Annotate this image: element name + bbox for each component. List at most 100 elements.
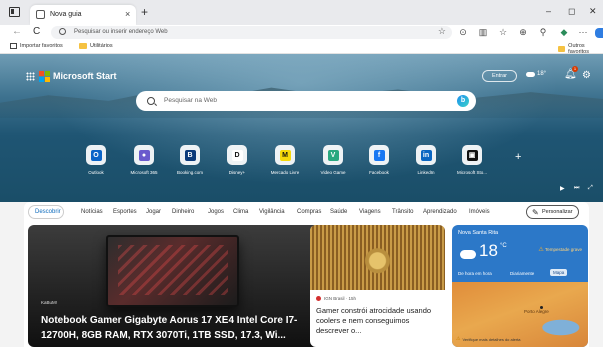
tab-travel[interactable]: Viagens xyxy=(359,209,381,215)
search-icon xyxy=(59,28,66,35)
weather-location[interactable]: Nova Santa Rita xyxy=(458,230,498,236)
map-city-label: Porto Alegre xyxy=(524,309,549,314)
tab-discover[interactable]: Descobrir xyxy=(35,209,61,215)
quick-link-2[interactable]: B Booking.com xyxy=(170,145,210,175)
weather-alert[interactable]: ⚠ Tempestade grave xyxy=(534,247,582,253)
tab-money[interactable]: Dinheiro xyxy=(172,209,194,215)
hero-background: Microsoft Start Entrar 18° 🔔︎ 1 ⚙ Pesqui… xyxy=(0,54,603,202)
back-icon[interactable]: ← xyxy=(12,26,22,37)
tab-strip: Nova guia × + – ◻ ✕ xyxy=(0,0,603,25)
tab-shopping[interactable]: Compras xyxy=(297,209,321,215)
next-image-icon[interactable]: ⏭︎ xyxy=(574,185,579,192)
warning-icon: ⚠ xyxy=(456,336,461,342)
import-favorites-link[interactable]: Importar favoritos xyxy=(10,43,63,49)
site-logo-icon: D xyxy=(231,149,243,161)
weather-summary[interactable]: 18° xyxy=(526,71,546,77)
tab-map[interactable]: Mapa xyxy=(550,269,568,276)
brand-title[interactable]: Microsoft Start xyxy=(53,71,117,81)
quick-link-7[interactable]: in LinkedIn xyxy=(406,145,446,175)
weather-temperature: 18° xyxy=(537,71,547,77)
quick-link-1[interactable]: ● Microsoft 365 xyxy=(124,145,164,175)
news-card-second[interactable]: IGN Brasil · 15h Gamer constrói atrocida… xyxy=(310,225,445,347)
refresh-icon[interactable]: C xyxy=(33,26,40,37)
map-footer[interactable]: ⚠ Verifique mais detalhes do alerta xyxy=(456,336,521,342)
tab-hourly[interactable]: De hora em hora xyxy=(458,271,492,276)
card-headline[interactable]: Notebook Gamer Gigabyte Aorus 17 XE4 Int… xyxy=(41,313,321,343)
play-icon[interactable]: ▶ xyxy=(560,185,565,192)
laptop-image xyxy=(106,235,239,307)
weather-card[interactable]: Nova Santa Rita 18 °C ⚠ Tempestade grave… xyxy=(452,225,588,347)
site-logo-icon: f xyxy=(373,149,385,161)
quick-link-3[interactable]: D Disney+ xyxy=(217,145,257,175)
favorites-bar: Importar favoritos Utilitários Outros fa… xyxy=(0,41,603,55)
tab-sports[interactable]: Esportes xyxy=(113,209,137,215)
tab-news[interactable]: Notícias xyxy=(81,209,103,215)
personalize-button[interactable]: ✎ Personalizar xyxy=(526,205,579,219)
reader-icon[interactable]: ⊙ xyxy=(458,27,468,37)
favorites-icon[interactable]: ☆ xyxy=(498,27,508,37)
browser-toolbar: ← C Pesquisar ou inserir endereço Web ☆ … xyxy=(0,25,603,41)
tab-health[interactable]: Saúde xyxy=(330,209,347,215)
tab-traffic[interactable]: Trânsito xyxy=(392,209,413,215)
map-footer-label: Verifique mais detalhes do alerta xyxy=(462,336,521,342)
split-screen-icon[interactable]: ▥ xyxy=(478,27,488,37)
weather-tabs: De hora em hora Diariamente Mapa xyxy=(456,269,586,279)
card-source: KaBuM! xyxy=(41,300,58,305)
extensions-icon[interactable]: ⚲ xyxy=(538,27,548,37)
minimize-button[interactable]: – xyxy=(546,6,551,16)
quick-link-6[interactable]: f Facebook xyxy=(359,145,399,175)
quick-link-tile: V xyxy=(323,145,343,165)
pencil-icon: ✎ xyxy=(532,208,539,217)
tab-weather[interactable]: Clima xyxy=(233,209,248,215)
card-headline[interactable]: Gamer constrói atrocidade usando coolers… xyxy=(316,306,441,336)
quick-link-tile: M xyxy=(275,145,295,165)
quick-link-label: Facebook xyxy=(369,170,389,175)
more-icon[interactable]: ··· xyxy=(578,27,588,37)
site-logo-icon: ▣ xyxy=(466,149,478,161)
quick-link-0[interactable]: O Outlook xyxy=(76,145,116,175)
site-logo-icon: M xyxy=(279,149,291,161)
app-launcher-icon[interactable] xyxy=(26,72,35,81)
address-bar[interactable]: Pesquisar ou inserir endereço Web ☆ xyxy=(51,26,452,39)
tab-games[interactable]: Jogos xyxy=(208,209,224,215)
address-placeholder: Pesquisar ou inserir endereço Web xyxy=(74,29,168,35)
add-site-button[interactable]: + xyxy=(515,151,521,163)
web-search-box[interactable]: Pesquisar na Web b xyxy=(136,91,476,111)
quick-link-tile: B xyxy=(180,145,200,165)
tab-actions-icon[interactable] xyxy=(9,7,20,17)
tab-close-icon[interactable]: × xyxy=(125,9,130,19)
warning-icon: ⚠ xyxy=(538,247,544,253)
weather-temp: 18 xyxy=(479,241,498,260)
tab-surveillance[interactable]: Vigilância xyxy=(259,209,285,215)
cooler-image xyxy=(310,225,445,290)
collections-icon[interactable]: ⊕ xyxy=(518,27,528,37)
import-favorites-label: Importar favoritos xyxy=(20,43,63,49)
quick-link-8[interactable]: ▣ Microsoft Sto... xyxy=(452,145,492,175)
quick-link-4[interactable]: M Mercado Livre xyxy=(265,145,305,175)
tab-daily[interactable]: Diariamente xyxy=(510,271,534,276)
tab-play[interactable]: Jogar xyxy=(146,209,161,215)
quick-link-label: Outlook xyxy=(88,170,104,175)
utilities-folder[interactable]: Utilitários xyxy=(79,43,113,49)
bing-icon[interactable]: b xyxy=(457,95,469,107)
notification-badge: 1 xyxy=(572,66,578,72)
sign-in-button[interactable]: Entrar xyxy=(482,70,517,82)
profile-icon[interactable] xyxy=(595,28,603,38)
site-logo-icon: V xyxy=(327,149,339,161)
quick-link-label: Booking.com xyxy=(176,170,203,175)
gear-icon[interactable]: ⚙ xyxy=(582,70,591,81)
tab-learning[interactable]: Aprendizado xyxy=(423,209,457,215)
expand-icon[interactable]: ⤢ xyxy=(588,185,593,192)
personalize-label: Personalizar xyxy=(542,209,573,215)
maximize-button[interactable]: ◻ xyxy=(568,6,575,17)
new-tab-favicon-icon xyxy=(36,10,45,19)
tab-real-estate[interactable]: Imóveis xyxy=(469,209,490,215)
news-card-main[interactable]: KaBuM! Notebook Gamer Gigabyte Aorus 17 … xyxy=(28,225,327,347)
quick-link-5[interactable]: V Video Game xyxy=(313,145,353,175)
close-window-button[interactable]: ✕ xyxy=(589,6,597,17)
new-tab-button[interactable]: + xyxy=(141,5,148,19)
tab-active[interactable]: Nova guia × xyxy=(30,5,136,25)
copilot-icon[interactable]: ◆ xyxy=(559,27,569,37)
weather-map[interactable]: Porto Alegre ⚠ Verifique mais detalhes d… xyxy=(452,282,588,347)
add-favorite-star-icon[interactable]: ☆ xyxy=(438,26,446,37)
